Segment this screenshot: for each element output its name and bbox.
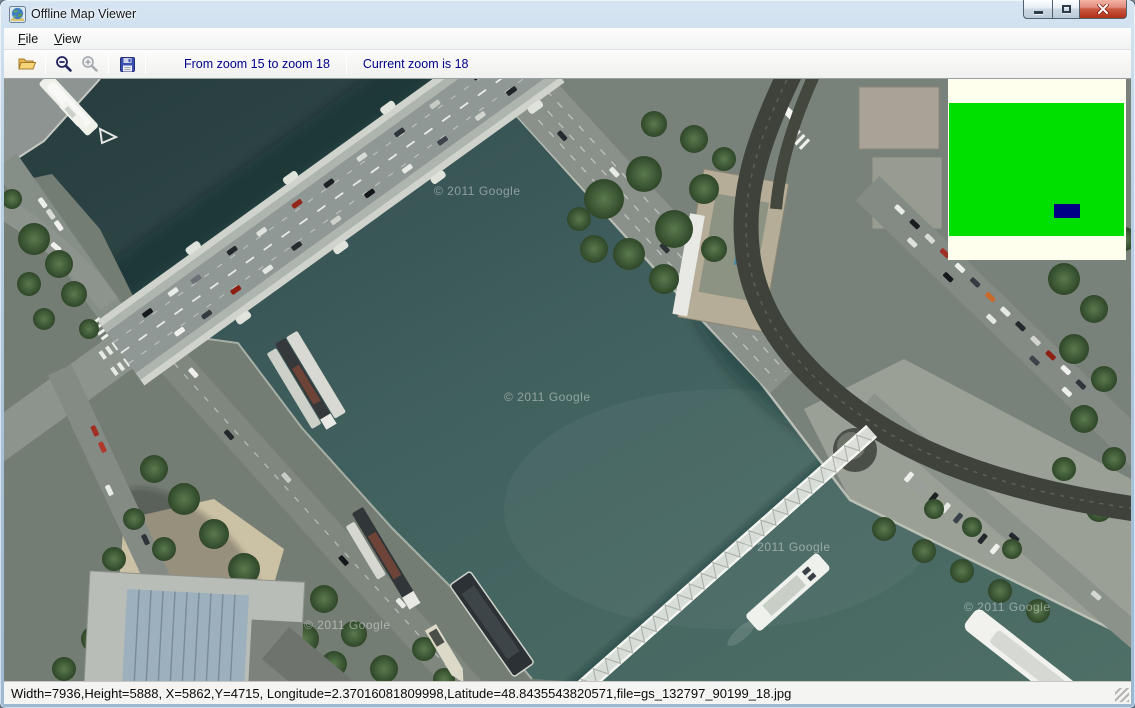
- zoom-out-icon: [55, 55, 73, 73]
- window-title: Offline Map Viewer: [31, 7, 136, 21]
- toolbar: From zoom 15 to zoom 18 Current zoom is …: [4, 50, 1131, 79]
- maximize-icon: [1062, 5, 1071, 13]
- svg-text:© 2011 Google: © 2011 Google: [964, 600, 1051, 614]
- toolbar-separator: [346, 54, 347, 74]
- zoom-range-label: From zoom 15 to zoom 18: [173, 57, 341, 71]
- status-bar: Width=7936,Height=5888, X=5862,Y=4715, L…: [4, 681, 1131, 704]
- zoom-in-icon: [81, 55, 99, 73]
- caption-buttons: [1023, 0, 1127, 19]
- save-button[interactable]: [114, 52, 140, 76]
- status-text: Width=7936,Height=5888, X=5862,Y=4715, L…: [11, 686, 791, 701]
- maximize-button[interactable]: [1052, 0, 1080, 19]
- toolbar-separator: [45, 54, 46, 74]
- open-button[interactable]: [14, 52, 40, 76]
- title-bar: Offline Map Viewer: [0, 0, 1135, 28]
- svg-text:© 2011 Google: © 2011 Google: [434, 184, 521, 198]
- svg-text:© 2011 Google: © 2011 Google: [744, 540, 831, 554]
- map-viewport[interactable]: © 2011 Google © 2011 Google © 2011 Googl…: [4, 79, 1131, 681]
- minimap-extent: [949, 103, 1124, 236]
- app-window: Offline Map Viewer File View: [0, 0, 1135, 708]
- svg-text:© 2011 Google: © 2011 Google: [504, 390, 591, 404]
- building: [859, 87, 939, 149]
- minimize-button[interactable]: [1023, 0, 1052, 19]
- save-floppy-icon: [119, 56, 136, 73]
- open-folder-icon: [18, 56, 37, 72]
- close-button[interactable]: [1080, 0, 1127, 19]
- zoom-out-button[interactable]: [51, 52, 77, 76]
- app-icon: [9, 6, 26, 23]
- toolbar-separator: [145, 54, 146, 74]
- minimap-overview[interactable]: [948, 79, 1126, 260]
- svg-text:© 2011 Google: © 2011 Google: [304, 618, 391, 632]
- close-icon: [1097, 4, 1109, 14]
- minimize-icon: [1034, 11, 1043, 14]
- menu-bar: File View: [4, 28, 1131, 50]
- menu-view[interactable]: View: [46, 30, 89, 48]
- minimap-viewport-rect[interactable]: [1054, 204, 1080, 218]
- menu-file[interactable]: File: [10, 30, 46, 48]
- toolbar-separator: [108, 54, 109, 74]
- current-zoom-label: Current zoom is 18: [352, 57, 480, 71]
- zoom-in-button[interactable]: [77, 52, 103, 76]
- resize-grip[interactable]: [1115, 688, 1129, 702]
